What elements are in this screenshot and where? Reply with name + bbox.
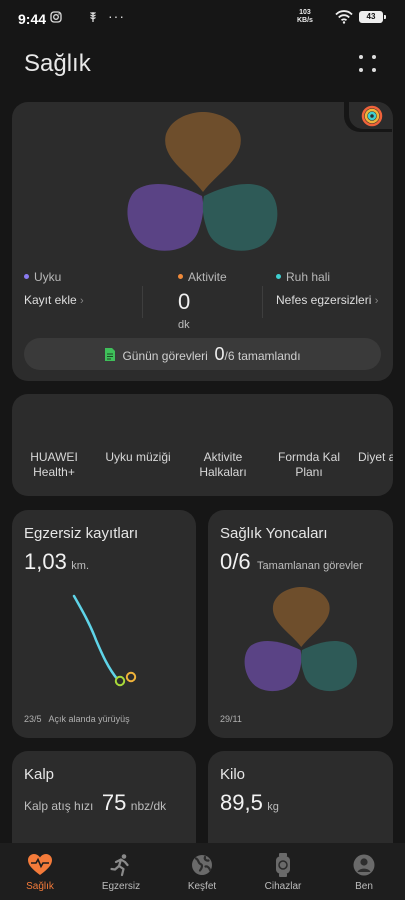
nav-devices[interactable]: Cihazlar: [243, 853, 323, 892]
activity-value: 0: [178, 289, 191, 314]
battery-indicator: 43: [359, 11, 386, 23]
instagram-icon: [50, 11, 62, 26]
sleep-section[interactable]: Uyku Kayıt ekle ›: [24, 270, 84, 307]
weight-title: Kilo: [220, 766, 246, 783]
tasks-completed-count: 0: [214, 344, 225, 364]
activity-unit: dk: [178, 319, 190, 331]
heart-pulse-icon: [28, 854, 52, 875]
runner-icon: [110, 854, 129, 877]
activity-section[interactable]: Aktivite 0 dk: [178, 270, 227, 331]
rings-icon: [361, 105, 383, 127]
clovers-date: 29/11: [220, 714, 242, 724]
mood-dot: [276, 274, 281, 280]
clovers-graphic: [244, 587, 358, 692]
heart-title: Kalp: [24, 766, 55, 783]
mood-section[interactable]: Ruh hali Nefes egzersizleri ›: [276, 270, 378, 307]
sleep-dot: [24, 274, 29, 280]
heart-rate: Kalp atış hızı 75 nbz/dk: [24, 790, 167, 815]
bottom-nav: Sağlık Egzersiz Keşfet Cihazlar Ben: [0, 843, 405, 900]
clovers-title: Sağlık Yoncaları: [220, 525, 328, 542]
chevron-right-icon: ›: [374, 295, 379, 307]
chevron-right-icon: ›: [80, 295, 84, 307]
nav-discover[interactable]: Keşfet: [162, 853, 242, 892]
exercise-footer: 23/5 Açık alanda yürüyüş: [24, 714, 130, 724]
sleep-add-record[interactable]: Kayıt ekle: [24, 293, 77, 307]
nav-exercise[interactable]: Egzersiz: [81, 853, 161, 892]
exercise-distance: 1,03 km.: [24, 549, 90, 574]
shortcut-sleep-music[interactable]: Uyku müziği: [100, 450, 176, 465]
user-icon: [353, 854, 375, 876]
wifi-icon: [335, 10, 353, 24]
breathing-exercises-link[interactable]: Nefes egzersizleri: [276, 293, 371, 307]
route-map: [72, 594, 137, 687]
grid-dots-icon[interactable]: [358, 54, 378, 74]
page-title: Sağlık: [24, 50, 91, 77]
daily-tasks-button[interactable]: Günün görevleri 0/6 tamamlandı: [24, 338, 381, 370]
shortcut-activity-rings[interactable]: Aktivite Halkaları: [190, 450, 256, 480]
shortcuts-card: [12, 394, 393, 496]
task-document-icon: [105, 348, 116, 362]
clovers-progress: 0/6 Tamamlanan görevler: [220, 549, 363, 574]
status-bar: 9:44 ··· 103 KB/s 43: [0, 0, 405, 36]
health-clover-graphic: [127, 112, 278, 251]
divider: [142, 286, 143, 318]
wheat-icon: [88, 11, 98, 26]
activity-dot: [178, 274, 183, 280]
divider: [262, 286, 263, 318]
activity-rings-badge[interactable]: [344, 102, 392, 132]
watch-icon: [276, 853, 290, 877]
shortcut-huawei-health-plus[interactable]: HUAWEI Health+: [24, 450, 84, 480]
weight-value: 89,5 kg: [220, 790, 279, 815]
nav-health[interactable]: Sağlık: [0, 853, 80, 892]
globe-icon: [192, 855, 212, 875]
shortcut-diet[interactable]: Diyet a: [358, 450, 393, 465]
status-time: 9:44: [18, 11, 47, 27]
network-speed: 103 KB/s: [297, 9, 313, 24]
nav-me[interactable]: Ben: [324, 853, 404, 892]
more-notifications-icon: ···: [108, 8, 125, 24]
exercise-title: Egzersiz kayıtları: [24, 525, 139, 542]
shortcut-fit-plan[interactable]: Formda Kal Planı: [274, 450, 344, 480]
